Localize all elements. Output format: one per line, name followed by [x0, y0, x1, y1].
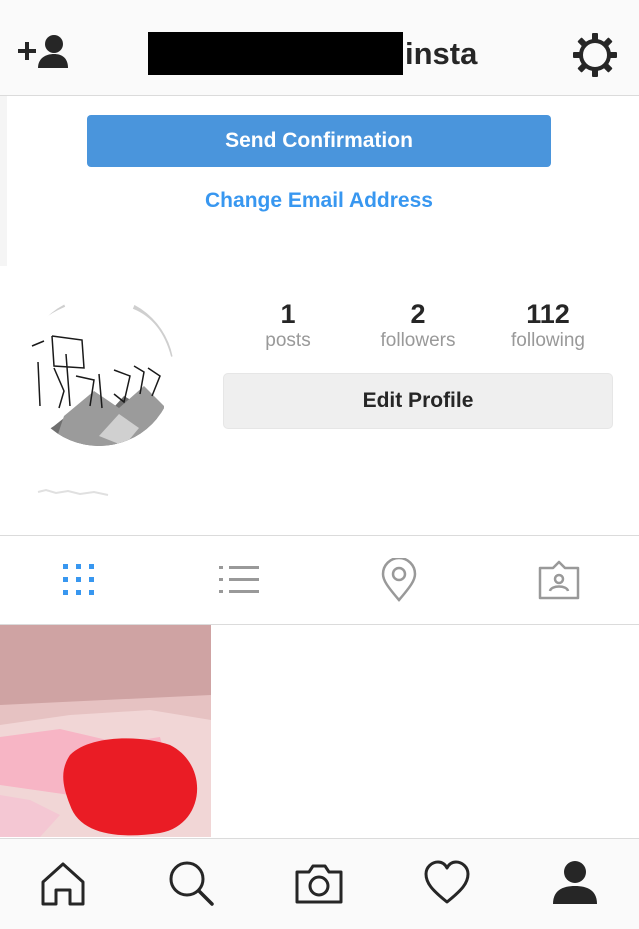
- email-confirmation-banner: Send Confirmation Change Email Address: [0, 96, 639, 266]
- gear-icon[interactable]: [572, 32, 618, 78]
- posts-count: 1: [280, 299, 296, 329]
- profile-view-tabs: [0, 535, 639, 625]
- bottom-navigation: [0, 838, 639, 929]
- stat-posts[interactable]: 1 posts: [223, 298, 353, 352]
- post-thumbnail[interactable]: [0, 625, 211, 837]
- camera-icon[interactable]: [294, 858, 344, 908]
- tagged-photo-icon[interactable]: [537, 558, 581, 602]
- display-name-obscured: [37, 488, 109, 496]
- send-confirmation-button[interactable]: Send Confirmation: [87, 115, 551, 167]
- avatar-scribble-image: [24, 296, 174, 446]
- stat-following[interactable]: 112 following: [483, 298, 613, 352]
- username-redaction: [148, 32, 403, 75]
- followers-count: 2: [410, 299, 426, 329]
- post-image: [0, 625, 211, 837]
- profile-icon[interactable]: [550, 858, 600, 908]
- followers-label: followers: [380, 330, 456, 351]
- home-icon[interactable]: [38, 858, 88, 908]
- heart-icon[interactable]: [422, 858, 472, 908]
- add-user-icon[interactable]: [16, 32, 70, 72]
- following-label: following: [511, 330, 585, 351]
- list-icon[interactable]: [217, 558, 261, 602]
- change-email-link[interactable]: Change Email Address: [87, 186, 551, 216]
- divider: [0, 96, 7, 266]
- edit-profile-button[interactable]: Edit Profile: [223, 373, 613, 429]
- posts-label: posts: [265, 330, 311, 351]
- profile-username-suffix: insta: [405, 36, 478, 71]
- profile-stats: 1 posts 2 followers 112 following: [223, 298, 613, 354]
- avatar[interactable]: [24, 296, 174, 446]
- top-bar: insta: [0, 0, 639, 96]
- following-count: 112: [526, 299, 570, 329]
- location-pin-icon[interactable]: [377, 558, 421, 602]
- search-icon[interactable]: [166, 858, 216, 908]
- stat-followers[interactable]: 2 followers: [353, 298, 483, 352]
- grid-icon[interactable]: [57, 558, 101, 602]
